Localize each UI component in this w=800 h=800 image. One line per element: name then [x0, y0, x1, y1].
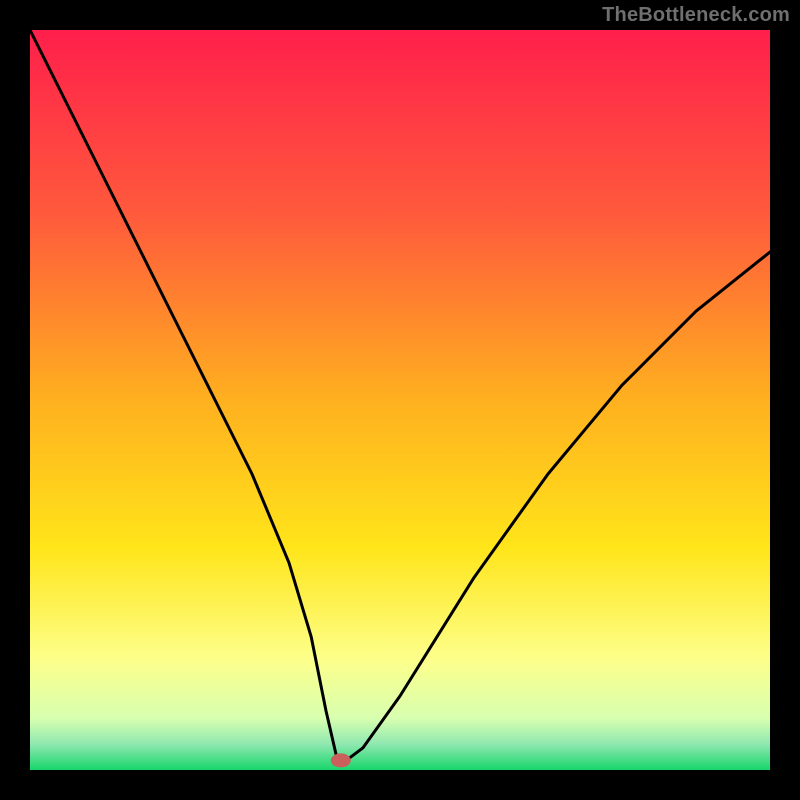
optimum-marker: [331, 753, 351, 767]
plot-area: [30, 30, 770, 770]
gradient-background: [30, 30, 770, 770]
chart-frame: TheBottleneck.com: [0, 0, 800, 800]
chart-svg: [30, 30, 770, 770]
watermark-text: TheBottleneck.com: [602, 4, 790, 27]
